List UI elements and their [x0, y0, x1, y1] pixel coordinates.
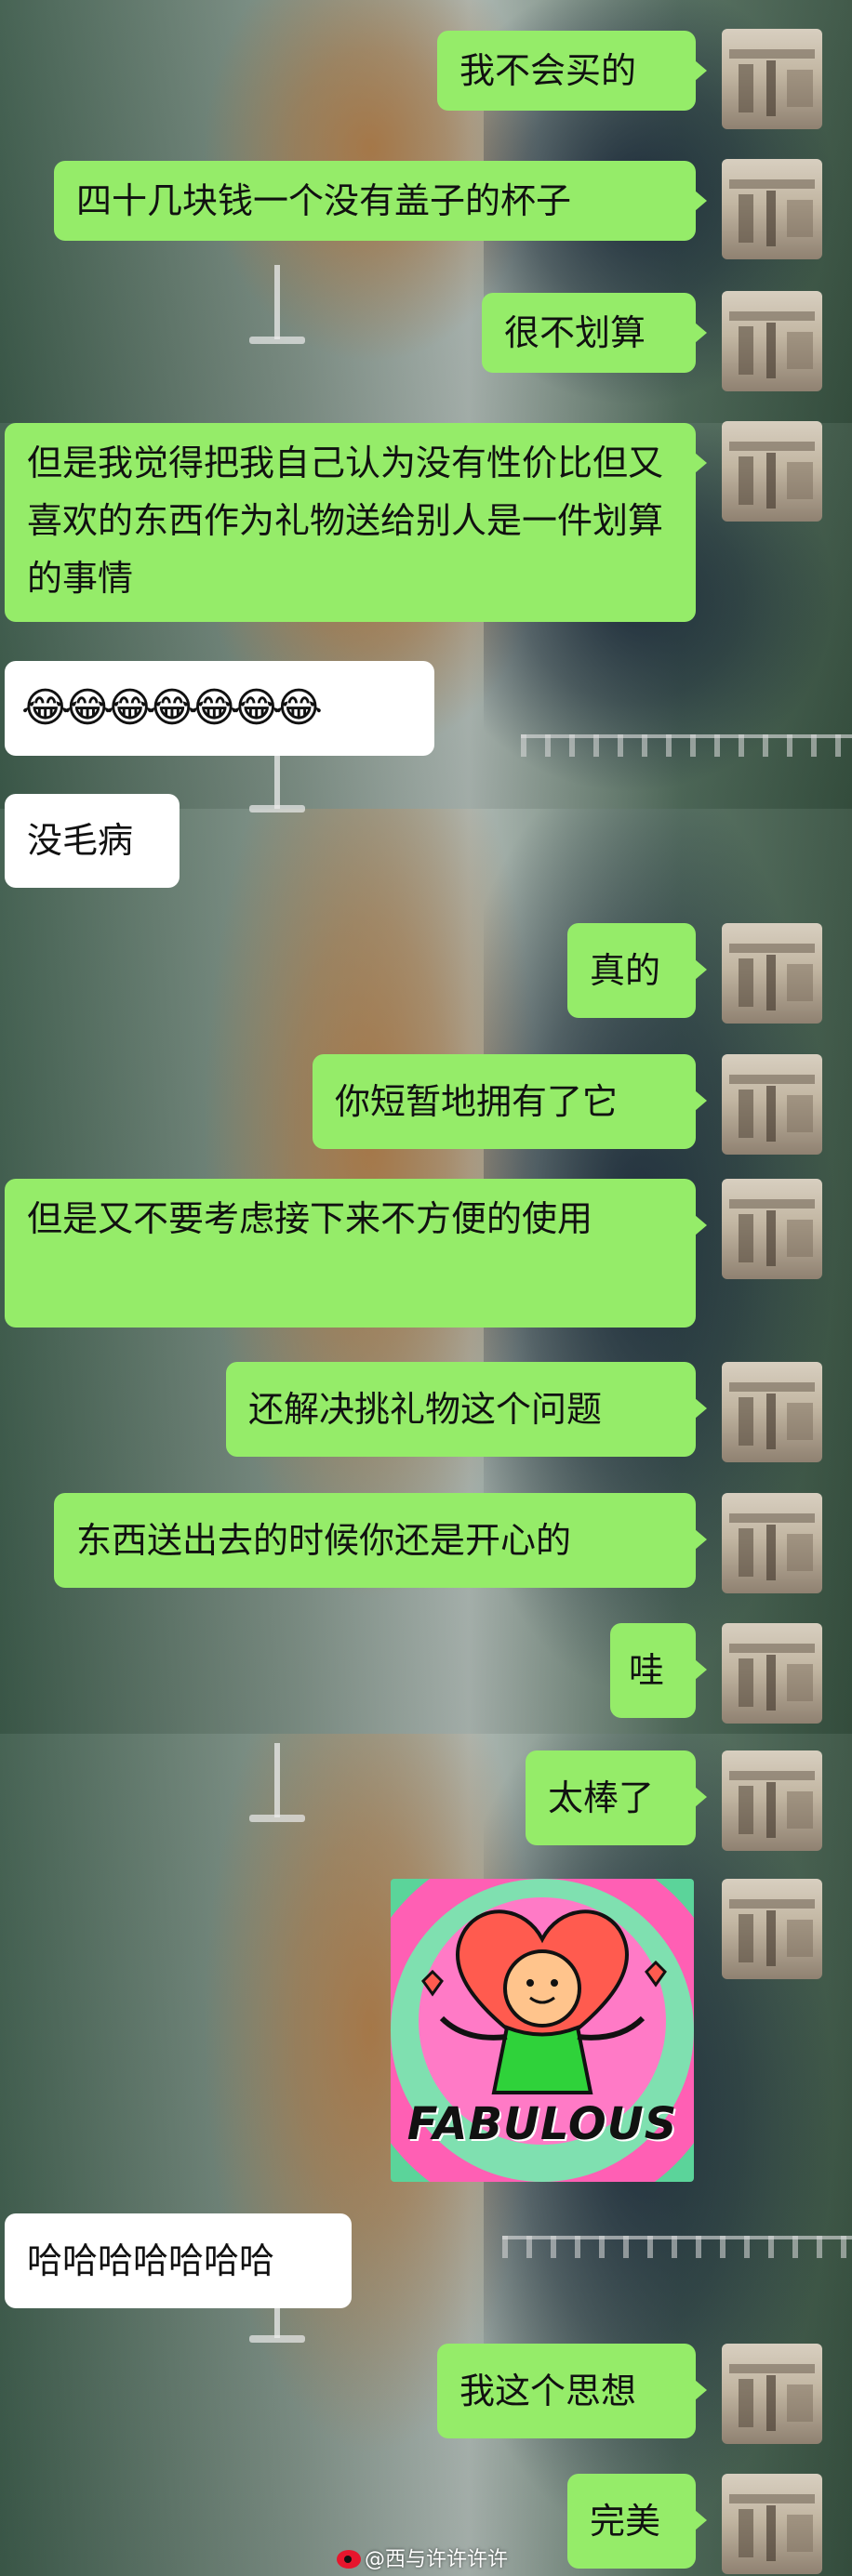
user-avatar[interactable]	[722, 1493, 822, 1593]
bubble-tail	[695, 1529, 707, 1550]
bubble-tail	[695, 453, 707, 473]
background-mast	[274, 1743, 280, 1817]
background-mast	[274, 265, 280, 339]
message-bubble-outgoing: 很不划算	[482, 293, 696, 373]
user-avatar[interactable]	[722, 2344, 822, 2444]
background-mast-base	[249, 2335, 305, 2343]
bubble-tail	[695, 2510, 707, 2530]
bubble-tail	[695, 1398, 707, 1419]
user-avatar[interactable]	[722, 291, 822, 391]
weibo-icon	[337, 2550, 361, 2569]
user-avatar[interactable]	[722, 159, 822, 259]
bubble-tail	[695, 323, 707, 343]
message-bubble-outgoing: 我这个思想	[437, 2344, 696, 2438]
background-mast-base	[249, 337, 305, 344]
message-bubble-outgoing: 真的	[567, 923, 696, 1018]
bubble-tail	[695, 60, 707, 81]
message-bubble-incoming: 哈哈哈哈哈哈哈	[5, 2213, 352, 2308]
bubble-tail	[695, 1659, 707, 1680]
user-avatar[interactable]	[722, 421, 822, 522]
fabulous-sticker[interactable]: FABULOUS	[391, 1879, 694, 2182]
message-bubble-outgoing: 但是又不要考虑接下来不方便的使用	[5, 1179, 696, 1328]
bubble-tail	[695, 2380, 707, 2400]
background-mast-base	[249, 805, 305, 812]
background-railing	[521, 734, 852, 757]
bubble-tail	[695, 191, 707, 211]
user-avatar[interactable]	[722, 29, 822, 129]
background-mast-base	[249, 1815, 305, 1822]
message-bubble-outgoing: 哇	[610, 1623, 696, 1718]
user-avatar[interactable]	[722, 1750, 822, 1851]
user-avatar[interactable]	[722, 1179, 822, 1279]
message-bubble-outgoing: 我不会买的	[437, 31, 696, 111]
user-avatar[interactable]	[722, 1362, 822, 1462]
sticker-caption: FABULOUS	[406, 2098, 678, 2150]
message-bubble-outgoing: 完美	[567, 2474, 696, 2569]
watermark-text: @西与许许许许	[365, 2548, 509, 2571]
message-bubble-outgoing: 东西送出去的时候你还是开心的	[54, 1493, 696, 1588]
background-railing	[502, 2236, 852, 2258]
message-bubble-outgoing: 还解决挑礼物这个问题	[226, 1362, 696, 1457]
weibo-watermark: @西与许许许许	[337, 2543, 508, 2572]
bubble-tail	[695, 1787, 707, 1807]
message-bubble-incoming: 😂😂😂😂😂😂😂	[5, 661, 434, 756]
bubble-tail	[695, 959, 707, 980]
user-avatar[interactable]	[722, 923, 822, 1024]
user-avatar[interactable]	[722, 1623, 822, 1724]
message-bubble-outgoing: 太棒了	[526, 1750, 696, 1845]
bubble-tail	[695, 1215, 707, 1235]
bubble-tail	[695, 1090, 707, 1111]
message-bubble-outgoing: 但是我觉得把我自己认为没有性价比但又喜欢的东西作为礼物送给别人是一件划算的事情	[5, 423, 696, 622]
message-bubble-incoming: 没毛病	[5, 794, 180, 888]
user-avatar[interactable]	[722, 1054, 822, 1155]
message-bubble-outgoing: 你短暂地拥有了它	[313, 1054, 696, 1149]
user-avatar[interactable]	[722, 1879, 822, 1979]
user-avatar[interactable]	[722, 2474, 822, 2574]
message-bubble-outgoing: 四十几块钱一个没有盖子的杯子	[54, 161, 696, 241]
